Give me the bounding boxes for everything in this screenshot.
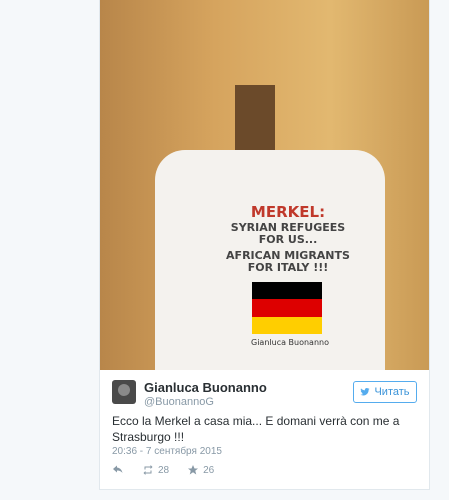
- tweet-photo[interactable]: MERKEL: SYRIAN REFUGEES FOR US... AFRICA…: [100, 0, 429, 370]
- reply-icon: [113, 465, 123, 473]
- flag-stripe-gold: [252, 316, 322, 334]
- shirt-text-line1: MERKEL:: [250, 203, 326, 221]
- author-name[interactable]: Gianluca Buonanno: [144, 380, 267, 395]
- retweet-icon: [143, 465, 153, 475]
- star-icon: [188, 465, 199, 475]
- author-handle[interactable]: @BuonannoG: [144, 396, 214, 408]
- retweet-button[interactable]: 28: [142, 464, 169, 476]
- like-count: 26: [203, 464, 215, 476]
- shirt-text-line3: AFRICAN MIGRANTS FOR ITALY !!!: [226, 249, 350, 274]
- tweet-timestamp[interactable]: 20:36 - 7 сентября 2015: [112, 446, 222, 457]
- reply-button[interactable]: [112, 464, 124, 476]
- flag-stripe-red: [252, 299, 322, 317]
- tweet-card: MERKEL: SYRIAN REFUGEES FOR US... AFRICA…: [99, 0, 430, 490]
- german-flag: [252, 282, 322, 334]
- tweet-header: Gianluca Buonanno @BuonannoG Читать: [112, 378, 417, 410]
- tweet-actions: 28 26: [112, 464, 232, 476]
- shirt-text-line2: SYRIAN REFUGEES FOR US...: [230, 221, 346, 246]
- like-button[interactable]: 26: [187, 464, 214, 476]
- tweet-text: Ecco la Merkel a casa mia... E domani ve…: [112, 414, 400, 445]
- twitter-bird-icon: [360, 388, 371, 396]
- avatar[interactable]: [112, 380, 136, 404]
- follow-button[interactable]: Читать: [353, 381, 417, 403]
- shirt-signature: Gianluca Buonanno: [251, 338, 329, 347]
- flag-stripe-black: [252, 282, 322, 300]
- follow-button-label: Читать: [374, 386, 410, 398]
- retweet-count: 28: [158, 464, 170, 476]
